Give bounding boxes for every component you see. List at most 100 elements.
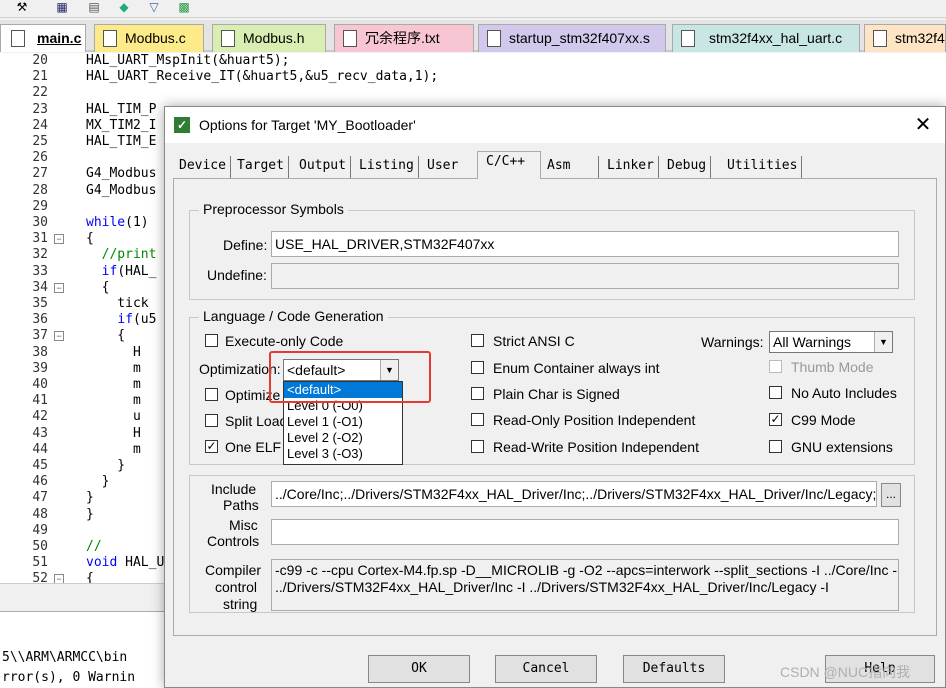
option-level-1[interactable]: Level 1 (-O1) xyxy=(284,414,402,430)
strict-ansi-checkbox[interactable] xyxy=(471,334,484,347)
gnu-extensions-checkbox[interactable] xyxy=(769,440,782,453)
tab-main-c[interactable]: main.c xyxy=(0,24,86,52)
line-number: 23 xyxy=(32,102,48,117)
paths-label: Paths xyxy=(223,497,259,513)
tab-user[interactable]: User xyxy=(423,156,462,178)
line-number: 38 xyxy=(32,345,48,360)
define-label: Define: xyxy=(223,237,268,253)
no-auto-includes-checkbox[interactable] xyxy=(769,386,782,399)
code-line: } xyxy=(86,458,126,473)
strict-ansi-label: Strict ANSI C xyxy=(493,333,575,349)
code-line: m xyxy=(86,393,141,408)
pack-icon[interactable]: ▩ xyxy=(176,0,192,14)
compiler-label: Compiler xyxy=(205,562,262,578)
include-paths-input[interactable]: ../Core/Inc;../Drivers/STM32F4xx_HAL_Dri… xyxy=(271,481,877,507)
split-load-checkbox[interactable] xyxy=(205,414,218,427)
line-number: 51 xyxy=(32,555,48,570)
c99-mode-checkbox[interactable]: ✓ xyxy=(769,413,782,426)
line-number: 21 xyxy=(32,69,48,84)
compiler-line: -c99 -c --cpu Cortex-M4.fp.sp -D__MICROL… xyxy=(275,562,899,578)
tab-hal-uart-c[interactable]: stm32f4xx_hal_uart.c xyxy=(672,24,860,52)
tab-label: main.c xyxy=(37,30,82,46)
tab-label: stm32f4 xyxy=(895,30,945,46)
close-icon[interactable]: ✕ xyxy=(909,111,937,139)
file-icon xyxy=(221,30,235,47)
warnings-select[interactable]: All Warnings ▼ xyxy=(769,331,893,353)
line-number: 49 xyxy=(32,523,48,538)
code-line: } xyxy=(86,474,110,489)
code-line: HAL_TIM_E xyxy=(86,134,157,149)
cancel-button[interactable]: Cancel xyxy=(495,655,597,683)
tab-cc[interactable]: C/C++ xyxy=(477,151,541,179)
ro-pi-checkbox[interactable] xyxy=(471,413,484,426)
option-level-3[interactable]: Level 3 (-O3) xyxy=(284,446,402,462)
execute-only-checkbox[interactable] xyxy=(205,334,218,347)
browse-button[interactable]: ... xyxy=(881,483,901,507)
line-number: 20 xyxy=(32,53,48,68)
build-line: 5\\ARM\ARMCC\bin xyxy=(2,650,128,665)
watermark: CSDN @NUC指向我 xyxy=(780,664,911,680)
line-number: 29 xyxy=(32,199,48,214)
manage-icon[interactable]: ▤ xyxy=(86,0,102,14)
line-number: 25 xyxy=(32,134,48,149)
enum-container-checkbox[interactable] xyxy=(471,361,484,374)
ok-button[interactable]: OK xyxy=(368,655,470,683)
chevron-down-icon[interactable]: ▼ xyxy=(874,332,892,352)
code-line: // xyxy=(86,539,102,554)
tab-utilities[interactable]: Utilities xyxy=(723,156,803,178)
tab-stm32f4[interactable]: stm32f4 xyxy=(864,24,946,52)
line-number: 46 xyxy=(32,474,48,489)
file-tab-bar: main.c Modbus.c Modbus.h 冗余程序.txt startu… xyxy=(0,20,946,52)
tab-startup-s[interactable]: startup_stm32f407xx.s xyxy=(478,24,666,52)
defaults-button[interactable]: Defaults xyxy=(623,655,725,683)
tab-target[interactable]: Target xyxy=(233,156,289,178)
line-number: 42 xyxy=(32,409,48,424)
build-icon[interactable]: ⚒ xyxy=(14,0,30,14)
code-line: H xyxy=(86,345,141,360)
keyword: if xyxy=(117,312,133,327)
preprocessor-group-label: Preprocessor Symbols xyxy=(199,201,348,217)
line-number: 40 xyxy=(32,377,48,392)
fold-toggle-icon[interactable]: − xyxy=(54,574,64,583)
code-line: H xyxy=(86,426,141,441)
code-line: } xyxy=(86,490,94,505)
optimize-time-checkbox[interactable] xyxy=(205,388,218,401)
plain-char-checkbox[interactable] xyxy=(471,387,484,400)
split-load-label: Split Load xyxy=(225,413,288,429)
code-line: m xyxy=(86,442,141,457)
undefine-input[interactable] xyxy=(271,263,899,289)
tab-modbus-h[interactable]: Modbus.h xyxy=(212,24,326,52)
thumb-mode-checkbox[interactable] xyxy=(769,360,782,373)
fold-toggle-icon[interactable]: − xyxy=(54,234,64,244)
window-icon[interactable]: ▦ xyxy=(54,0,70,14)
rw-pi-checkbox[interactable] xyxy=(471,440,484,453)
fold-toggle-icon[interactable]: − xyxy=(54,283,64,293)
define-input[interactable]: USE_HAL_DRIVER,STM32F407xx xyxy=(271,231,899,257)
tab-modbus-c[interactable]: Modbus.c xyxy=(94,24,204,52)
code-line: //print xyxy=(86,247,157,262)
tab-listing[interactable]: Listing xyxy=(355,156,419,178)
code-line: tick xyxy=(86,296,149,311)
code-line: void HAL_UA xyxy=(86,555,173,570)
tab-debug[interactable]: Debug xyxy=(663,156,712,178)
line-number: 34 xyxy=(32,280,48,295)
one-elf-checkbox[interactable]: ✓ xyxy=(205,440,218,453)
tab-label: Modbus.h xyxy=(243,30,305,46)
tab-label: startup_stm32f407xx.s xyxy=(509,30,650,46)
tab-linker[interactable]: Linker xyxy=(603,156,659,178)
option-level-2[interactable]: Level 2 (-O2) xyxy=(284,430,402,446)
line-number: 48 xyxy=(32,507,48,522)
fold-toggle-icon[interactable]: − xyxy=(54,331,64,341)
component-icon[interactable]: ◆ xyxy=(116,0,132,14)
misc-controls-input[interactable] xyxy=(271,519,899,545)
tab-device[interactable]: Device xyxy=(175,156,231,178)
line-number: 36 xyxy=(32,312,48,327)
tab-output[interactable]: Output xyxy=(295,156,351,178)
execute-only-label: Execute-only Code xyxy=(225,333,344,349)
filter-icon[interactable]: ▽ xyxy=(146,0,162,14)
build-line: rror(s), 0 Warnin xyxy=(2,670,136,685)
tab-redundant-txt[interactable]: 冗余程序.txt xyxy=(334,24,474,52)
tab-asm[interactable]: Asm xyxy=(543,156,599,178)
plain-char-label: Plain Char is Signed xyxy=(493,386,620,402)
toolbar: ⚒ ▦ ▤ ◆ ▽ ▩ xyxy=(0,0,946,18)
